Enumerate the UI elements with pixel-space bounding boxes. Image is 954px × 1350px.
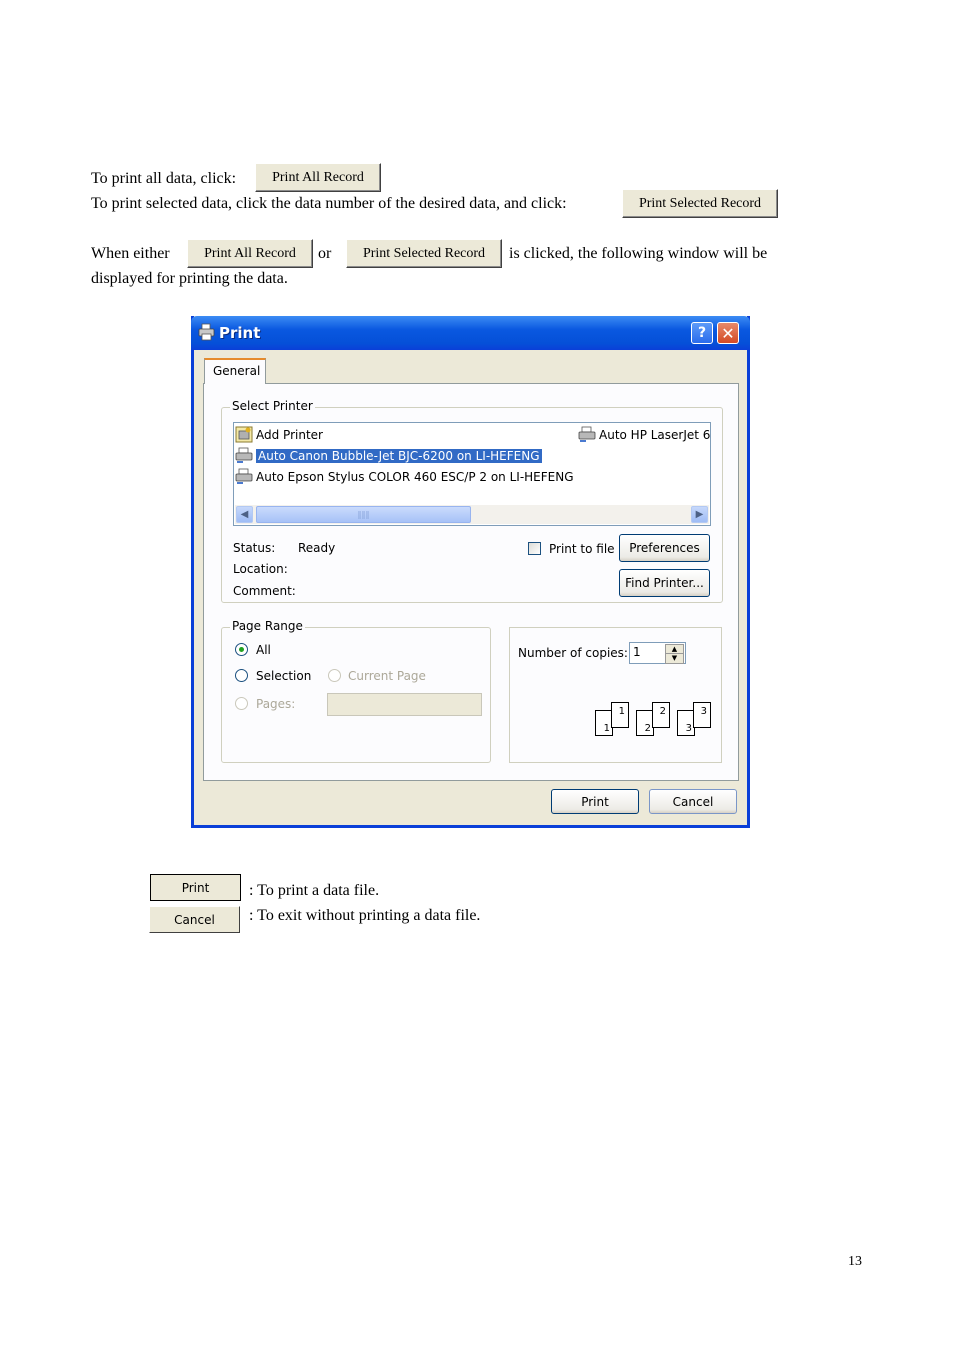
select-printer-group: Select Printer Add Printer Auto HP Laser… — [221, 399, 723, 603]
print-selected-record-button[interactable]: Print Selected Record — [622, 189, 778, 218]
copies-group: Number of copies: 1 ▲ ▼ 1 1 2 2 3 3 — [509, 627, 722, 763]
scroll-right-button[interactable]: ▶ — [691, 506, 708, 523]
intro-line-when-either: When either — [91, 245, 170, 262]
scroll-left-button[interactable]: ◀ — [236, 506, 253, 523]
print-selected-record-button-inline[interactable]: Print Selected Record — [346, 239, 502, 268]
printer-item-label: Auto Epson Stylus COLOR 460 ESC/P 2 on L… — [256, 469, 574, 484]
radio-all-label: All — [256, 643, 271, 657]
printer-item-epson[interactable]: Auto Epson Stylus COLOR 460 ESC/P 2 on L… — [235, 467, 574, 486]
arrow-down-icon: ▼ — [671, 654, 678, 662]
scrollbar-thumb[interactable]: ‖‖‖ — [256, 506, 471, 523]
grip-icon: ‖‖‖ — [357, 510, 370, 519]
help-button[interactable]: ? — [691, 322, 713, 344]
page-range-label: Page Range — [230, 619, 305, 633]
radio-current-page[interactable] — [328, 669, 341, 682]
copies-label: Number of copies: — [518, 646, 628, 660]
tab-general[interactable]: General — [204, 358, 266, 384]
status-value: Ready — [298, 541, 336, 555]
find-printer-button[interactable]: Find Printer... — [619, 569, 710, 597]
status-label: Status: — [233, 541, 276, 555]
intro-or-text: or — [318, 245, 332, 262]
printer-item-canon[interactable]: Auto Canon Bubble-Jet BJC-6200 on LI-HEF… — [235, 446, 542, 465]
tab-general-label: General — [213, 364, 261, 378]
copies-down-button[interactable]: ▼ — [665, 653, 684, 664]
legend-cancel-description: : To exit without printing a data file. — [249, 907, 481, 924]
close-button[interactable]: ✕ — [717, 322, 739, 344]
print-to-file-label: Print to file — [549, 542, 615, 556]
cancel-button[interactable]: Cancel — [649, 789, 737, 814]
chevron-left-icon: ◀ — [240, 509, 249, 520]
horizontal-scrollbar[interactable]: ◀ ‖‖‖ ▶ — [235, 505, 709, 524]
comment-label: Comment: — [233, 584, 296, 598]
printer-icon — [235, 447, 253, 463]
add-printer-icon — [235, 426, 253, 443]
print-all-record-button[interactable]: Print All Record — [255, 163, 381, 192]
radio-selected-dot — [239, 647, 244, 652]
legend-print-button[interactable]: Print — [150, 874, 241, 901]
arrow-up-icon: ▲ — [671, 645, 678, 653]
radio-current-page-label: Current Page — [348, 669, 426, 683]
radio-selection-label: Selection — [256, 669, 312, 683]
dialog-title: Print — [219, 324, 261, 342]
close-icon: ✕ — [721, 323, 735, 343]
page-range-group: Page Range All Selection Current Page Pa… — [221, 619, 491, 763]
dialog-titlebar[interactable]: Print ? ✕ — [191, 316, 750, 350]
copies-stepper[interactable]: 1 ▲ ▼ — [629, 642, 686, 664]
printer-item-add-printer[interactable]: Add Printer — [235, 425, 323, 444]
intro-line-print-all: To print all data, click: — [91, 170, 237, 187]
printer-item-label: Add Printer — [256, 427, 323, 442]
printer-icon — [235, 468, 253, 484]
radio-pages-label: Pages: — [256, 697, 296, 711]
collate-page: 1 — [611, 702, 629, 728]
copies-value: 1 — [633, 645, 641, 659]
page-number: 13 — [848, 1254, 862, 1269]
general-tab-panel: Select Printer Add Printer Auto HP Laser… — [203, 383, 739, 781]
preferences-button[interactable]: Preferences — [619, 534, 710, 562]
intro-line-is-clicked: is clicked, the following window will be — [509, 245, 768, 262]
legend-cancel-button[interactable]: Cancel — [149, 906, 240, 933]
collate-page: 2 — [652, 702, 670, 728]
printer-item-label: Auto HP LaserJet 6 — [599, 427, 710, 442]
location-label: Location: — [233, 562, 288, 576]
legend-print-description: : To print a data file. — [249, 882, 380, 899]
pages-input[interactable] — [327, 693, 482, 716]
collate-page: 3 — [693, 702, 711, 728]
printer-item-label-selected: Auto Canon Bubble-Jet BJC-6200 on LI-HEF… — [256, 448, 542, 463]
select-printer-label: Select Printer — [230, 399, 315, 413]
print-dialog: Print ? ✕ General Select Printer Add Pri… — [191, 316, 750, 828]
print-all-record-button-inline[interactable]: Print All Record — [187, 239, 313, 268]
printer-icon — [578, 426, 596, 442]
print-to-file-checkbox[interactable] — [528, 542, 541, 555]
printer-item-hp-laserjet[interactable]: Auto HP LaserJet 6 — [578, 425, 710, 444]
intro-line-print-selected: To print selected data, click the data n… — [91, 195, 567, 212]
radio-selection[interactable] — [235, 669, 248, 682]
radio-all[interactable] — [235, 643, 248, 656]
radio-pages[interactable] — [235, 697, 248, 710]
print-button[interactable]: Print — [551, 789, 639, 814]
help-icon: ? — [697, 325, 707, 341]
printer-list[interactable]: Add Printer Auto HP LaserJet 6 Auto Cano… — [233, 422, 711, 526]
printer-icon — [198, 323, 215, 341]
chevron-right-icon: ▶ — [695, 509, 704, 520]
intro-line-displayed: displayed for printing the data. — [91, 270, 288, 287]
